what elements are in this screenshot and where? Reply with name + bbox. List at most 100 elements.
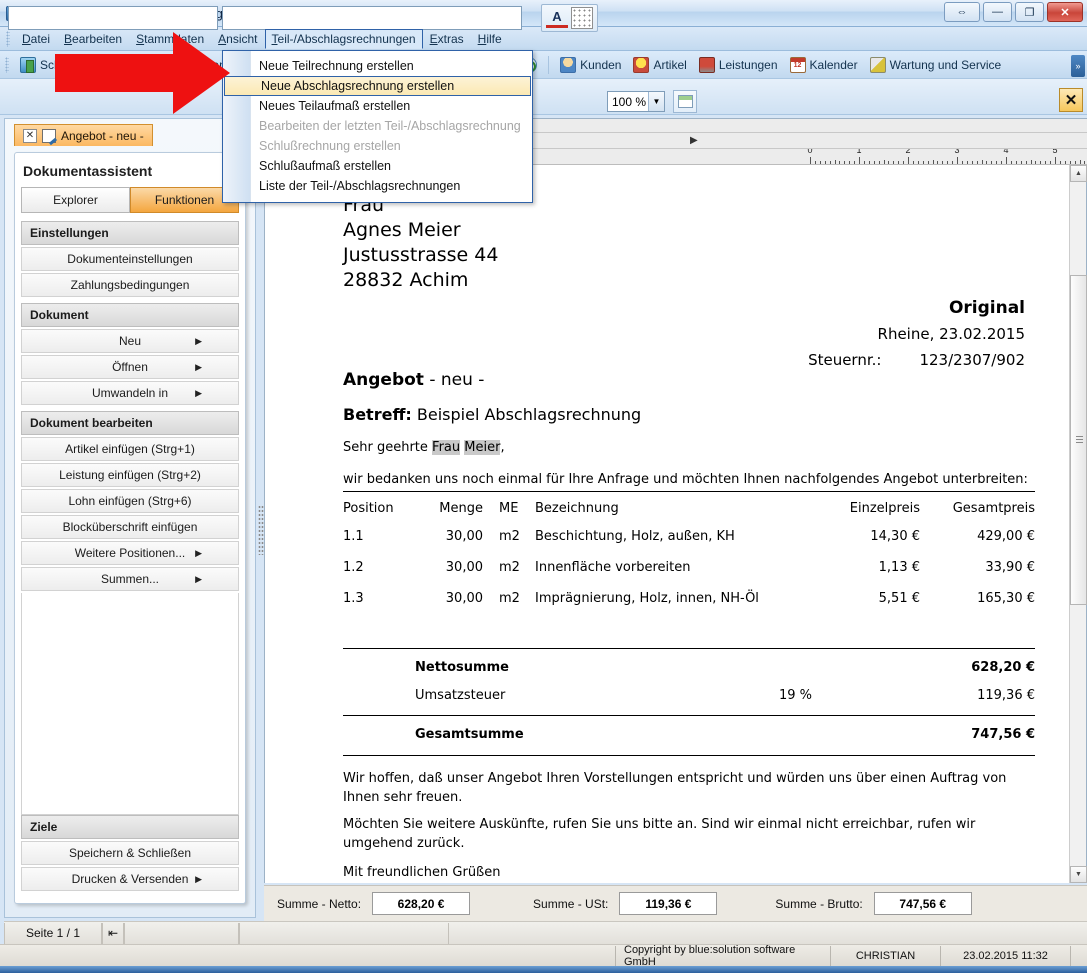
zoom-select[interactable]: 100 % ▼ [607, 91, 665, 112]
page-strip-cell-3 [239, 923, 449, 944]
window-controls[interactable]: ⇔ — ❐ ✕ [944, 2, 1083, 22]
ruler-tick [991, 161, 992, 164]
menu-item-neues-teilaufmass[interactable]: Neues Teilaufmaß erstellen [223, 96, 532, 116]
tax-number-label: Steuernr.: [808, 347, 881, 373]
sidebar-item-oeffnen[interactable]: Öffnen ▶ [21, 355, 239, 379]
salutation-prefix: Sehr geehrte [343, 440, 432, 455]
toolbar-overflow-button[interactable]: » [1071, 55, 1085, 77]
group-header-einstellungen: Einstellungen [21, 221, 239, 245]
table-row[interactable]: 1.3 30,00 m2 Imprägnierung, Holz, innen,… [343, 583, 1035, 614]
sidebar-item-artikel-einfuegen[interactable]: Artikel einfügen (Strg+1) [21, 437, 239, 461]
ruler-tick [923, 161, 924, 164]
tab-explorer[interactable]: Explorer [21, 187, 130, 213]
sidebar-item-leistung-einfuegen[interactable]: Leistung einfügen (Strg+2) [21, 463, 239, 487]
ruler-tick [1080, 160, 1081, 164]
ruler-tick [962, 161, 963, 164]
cell-gesamtpreis: 165,30 € [920, 583, 1035, 614]
article-icon [633, 57, 649, 73]
close-icon[interactable]: ✕ [23, 129, 37, 143]
summary-ust-label: Summe - USt: [533, 897, 608, 911]
summary-ust-value: 119,36 € [619, 892, 717, 915]
toolbar-kalender-button[interactable]: Kalender [784, 55, 864, 75]
document-tab[interactable]: ✕ Angebot - neu - [14, 124, 153, 146]
restore-size-button[interactable]: ⇔ [944, 2, 980, 22]
sidebar-item-blockueberschrift-einfuegen[interactable]: Blocküberschrift einfügen [21, 515, 239, 539]
menu-teil-abschlagsrechnungen[interactable]: Teil-/Abschlagsrechnungen [265, 29, 423, 49]
sidebar-item-neu[interactable]: Neu ▶ [21, 329, 239, 353]
ust-value: 119,36 € [920, 688, 1035, 703]
calendar-icon [790, 57, 806, 73]
close-button[interactable]: ✕ [1047, 2, 1083, 22]
sidebar-item-umwandeln-in[interactable]: Umwandeln in ▶ [21, 381, 239, 405]
document-field-left[interactable] [8, 6, 218, 30]
menu-datei[interactable]: Datei [15, 29, 57, 49]
document-title-rest: - neu - [424, 370, 485, 390]
ruler-tick [928, 161, 929, 164]
scrollbar-thumb[interactable] [1070, 275, 1087, 605]
document-vertical-scrollbar[interactable]: ▲ ▼ [1069, 165, 1086, 883]
menu-item-neue-teilrechnung[interactable]: Neue Teilrechnung erstellen [223, 56, 532, 76]
menu-item-label: Schlußrechnung erstellen [259, 139, 401, 153]
maximize-button[interactable]: ❐ [1015, 2, 1044, 22]
totals-middle-rule [343, 715, 1035, 716]
cell-position: 1.1 [343, 521, 413, 552]
font-color-icon[interactable]: A [546, 8, 568, 28]
ruler-tick [1070, 161, 1071, 164]
ruler-tick [982, 160, 983, 164]
wrap-icon[interactable]: ⇤ [102, 923, 124, 944]
grid-icon[interactable] [571, 7, 593, 29]
toolbar-kunden-button[interactable]: Kunden [554, 55, 627, 75]
ruler-label: 3 [954, 149, 959, 155]
group-header-dokument: Dokument [21, 303, 239, 327]
ruler-tick [903, 161, 904, 164]
sidebar-item-lohn-einfuegen[interactable]: Lohn einfügen (Strg+6) [21, 489, 239, 513]
menu-item-schlussaufmass[interactable]: Schlußaufmaß erstellen [223, 156, 532, 176]
summary-netto-label: Summe - Netto: [277, 897, 361, 911]
sidebar-item-weitere-positionen[interactable]: Weitere Positionen... ▶ [21, 541, 239, 565]
ruler-label: 2 [905, 149, 910, 155]
ruler-tick [854, 161, 855, 164]
ruler-tick [835, 160, 836, 164]
ruler-tick [849, 161, 850, 164]
toolbar-kunden-label: Kunden [580, 58, 621, 72]
minimize-button[interactable]: — [983, 2, 1012, 22]
toolbar-wartung-button[interactable]: Wartung und Service [864, 55, 1008, 75]
toolbar-artikel-button[interactable]: Artikel [627, 55, 692, 75]
menu-item-liste-teil-abschlagsrechnungen[interactable]: Liste der Teil-/Abschlagsrechnungen [223, 176, 532, 196]
sidebar-item-summen[interactable]: Summen... ▶ [21, 567, 239, 591]
menu-item-label: Neue Teilrechnung erstellen [259, 59, 414, 73]
document-field-right[interactable] [222, 6, 522, 30]
scrollbar-grip [1076, 436, 1083, 443]
maintenance-icon [870, 57, 886, 73]
menu-hilfe[interactable]: Hilfe [471, 29, 509, 49]
sidebar-item-drucken-versenden[interactable]: Drucken & Versenden ▶ [21, 867, 239, 891]
table-icon-button[interactable] [673, 90, 697, 113]
menu-extras[interactable]: Extras [423, 29, 471, 49]
document-page[interactable]: 48431 Rheine Frau Agnes Meier Justusstra… [265, 165, 1071, 883]
table-icon [678, 95, 693, 108]
sidebar-item-dokumenteinstellungen[interactable]: Dokumenteinstellungen [21, 247, 239, 271]
resize-grip-icon[interactable] [1070, 946, 1087, 966]
cell-menge: 30,00 [413, 521, 493, 552]
scroll-up-button[interactable]: ▲ [1070, 165, 1087, 182]
chevron-down-icon[interactable]: ▼ [648, 92, 664, 111]
table-row[interactable]: 1.1 30,00 m2 Beschichtung, Holz, außen, … [343, 521, 1035, 552]
chevron-right-icon: ▶ [195, 548, 202, 559]
toolbar-leistungen-button[interactable]: Leistungen [693, 55, 784, 75]
ruler-tick [1050, 161, 1051, 164]
sidebar-empty-area [21, 593, 239, 815]
salutation-suffix: , [500, 440, 504, 455]
scroll-down-button[interactable]: ▼ [1070, 866, 1087, 883]
sidebar-item-zahlungsbedingungen[interactable]: Zahlungsbedingungen [21, 273, 239, 297]
close-document-button[interactable]: ✕ [1059, 88, 1083, 112]
menu-item-label: Liste der Teil-/Abschlagsrechnungen [259, 179, 460, 193]
ruler-tick [893, 161, 894, 164]
total-row-netto: Nettosumme 628,20 € [343, 660, 1035, 675]
menu-item-neue-abschlagsrechnung[interactable]: Neue Abschlagsrechnung erstellen [224, 76, 531, 96]
col-gesamtpreis: Gesamtpreis [920, 495, 1035, 521]
ruler-tick [888, 161, 889, 164]
ruler-tick [918, 161, 919, 164]
tab-marker-icon[interactable]: ▶ [690, 135, 698, 146]
sidebar-item-speichern-schliessen[interactable]: Speichern & Schließen [21, 841, 239, 865]
table-row[interactable]: 1.2 30,00 m2 Innenfläche vorbereiten 1,1… [343, 552, 1035, 583]
